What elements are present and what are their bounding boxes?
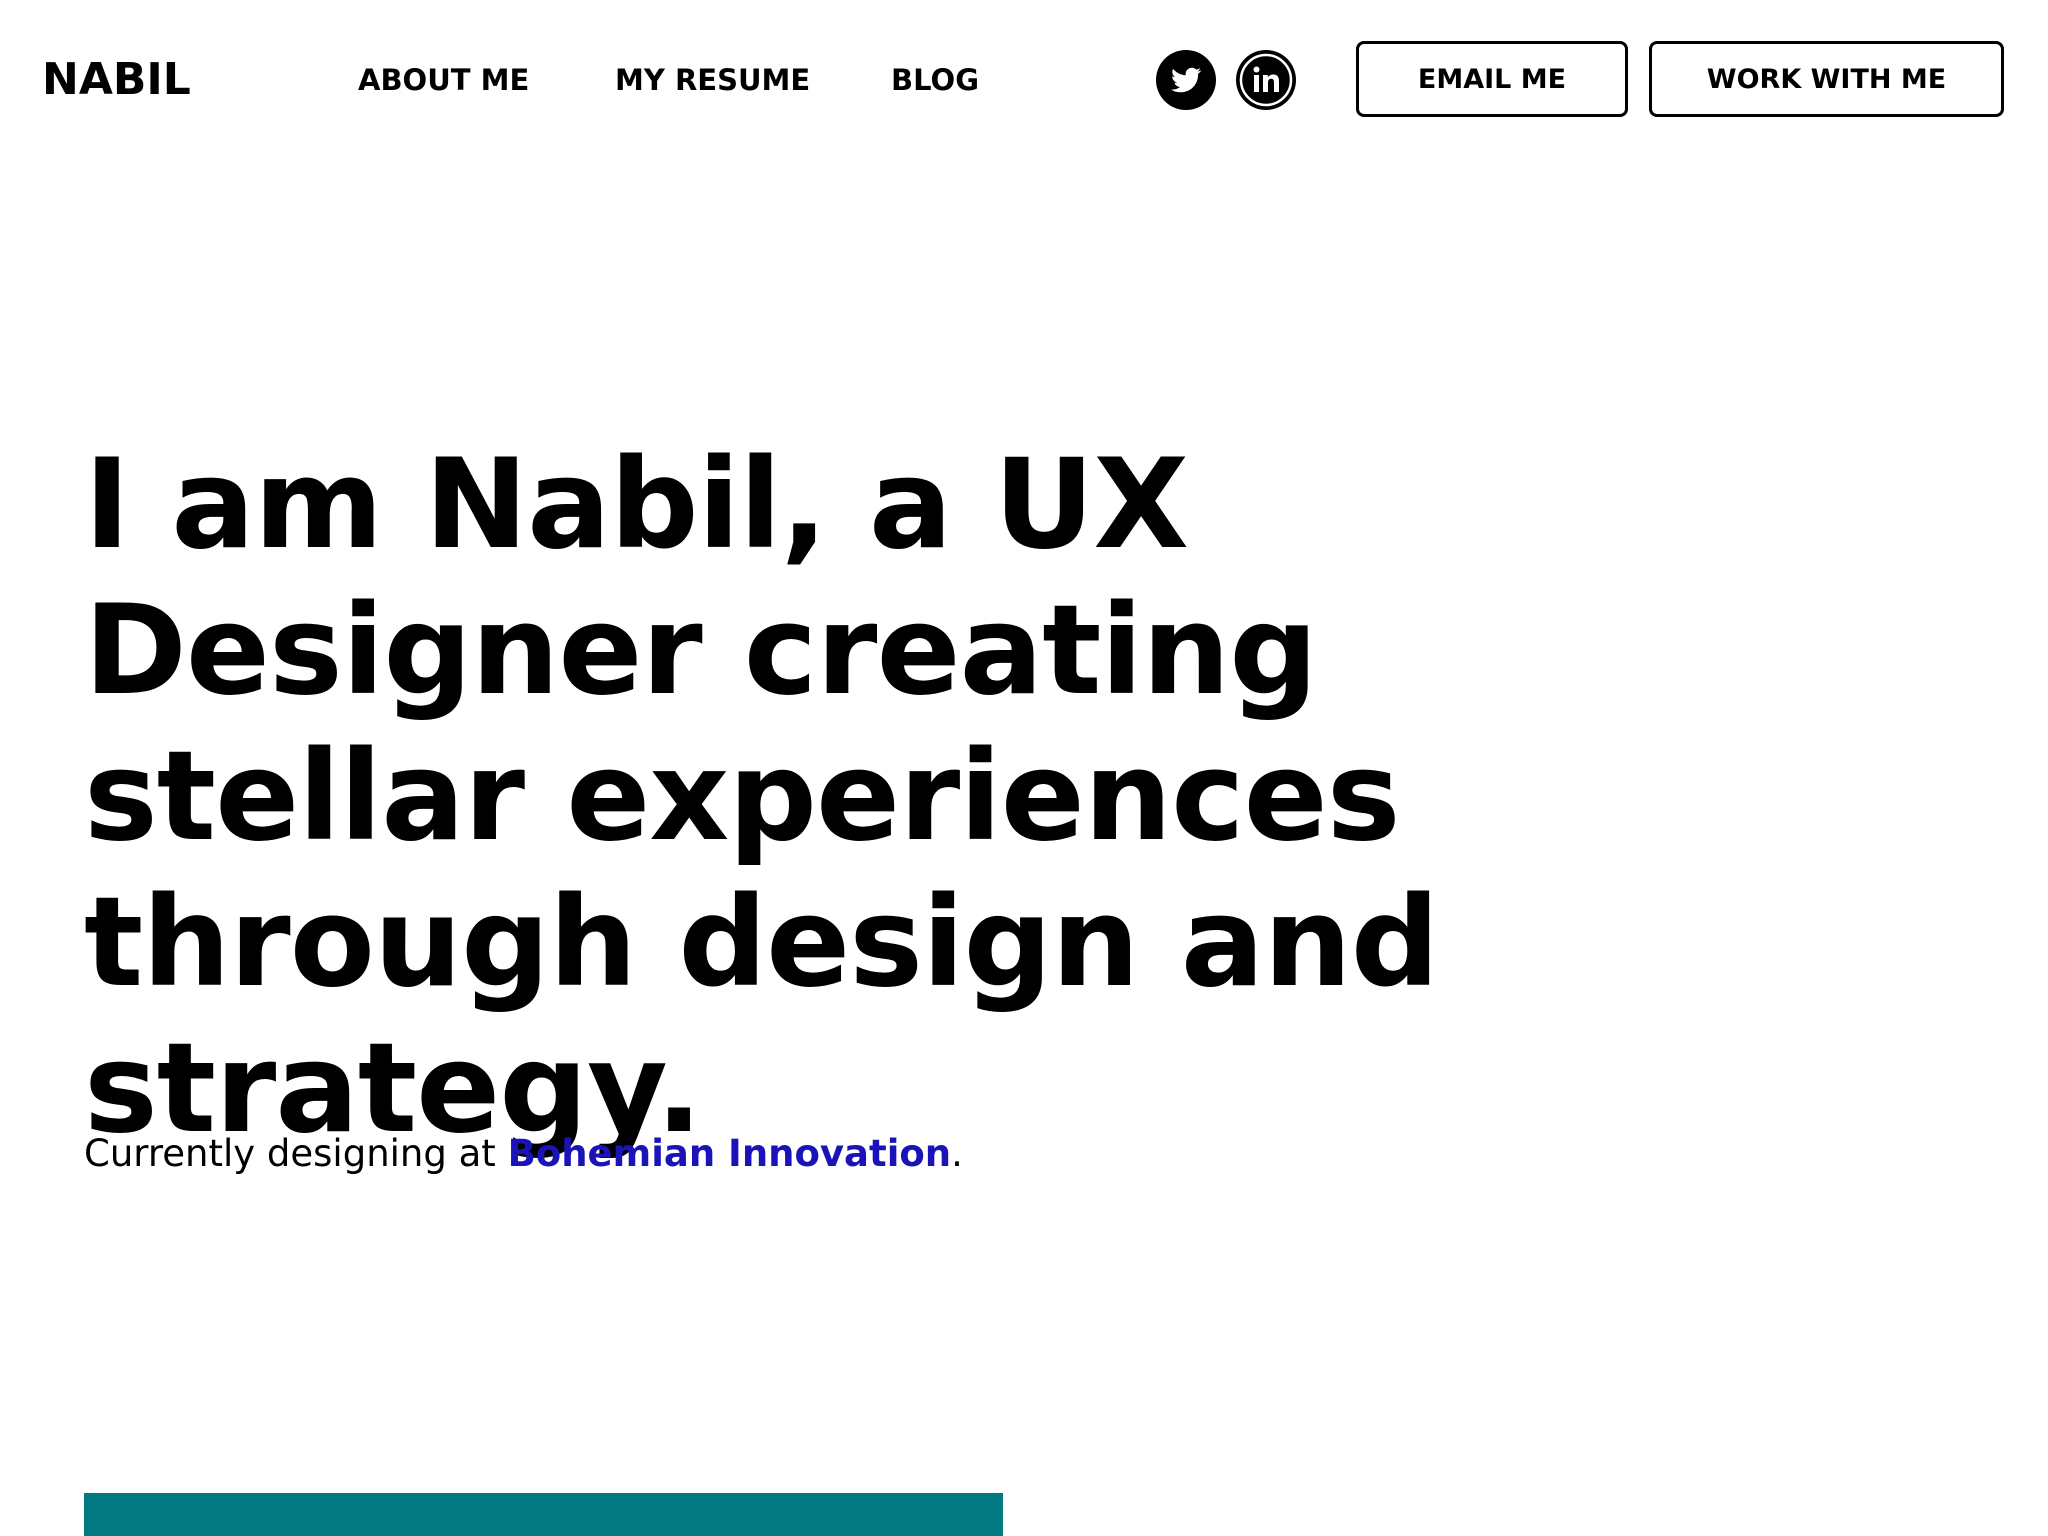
nav-my-resume[interactable]: MY RESUME bbox=[615, 62, 810, 98]
email-me-button[interactable]: EMAIL ME bbox=[1356, 41, 1628, 117]
site-header: NABIL ABOUT ME MY RESUME BLOG EMAIL ME W… bbox=[0, 0, 2048, 160]
twitter-icon bbox=[1171, 67, 1202, 93]
linkedin-link[interactable] bbox=[1236, 50, 1296, 110]
twitter-link[interactable] bbox=[1156, 50, 1216, 110]
current-prefix: Currently designing at bbox=[84, 1132, 508, 1175]
portfolio-page: NABIL ABOUT ME MY RESUME BLOG EMAIL ME W… bbox=[0, 0, 2048, 1536]
company-link[interactable]: Bohemian Innovation bbox=[508, 1132, 952, 1175]
nav-about-me[interactable]: ABOUT ME bbox=[358, 62, 529, 98]
featured-project-card[interactable] bbox=[84, 1493, 1003, 1536]
work-with-me-button[interactable]: WORK WITH ME bbox=[1649, 41, 2004, 117]
hero-headline: I am Nabil, a UX Designer creating stell… bbox=[84, 433, 1439, 1161]
nav-blog[interactable]: BLOG bbox=[891, 62, 979, 98]
site-logo[interactable]: NABIL bbox=[42, 52, 191, 108]
current-position: Currently designing at Bohemian Innovati… bbox=[84, 1129, 963, 1179]
linkedin-icon bbox=[1239, 53, 1293, 107]
current-suffix: . bbox=[951, 1132, 963, 1175]
